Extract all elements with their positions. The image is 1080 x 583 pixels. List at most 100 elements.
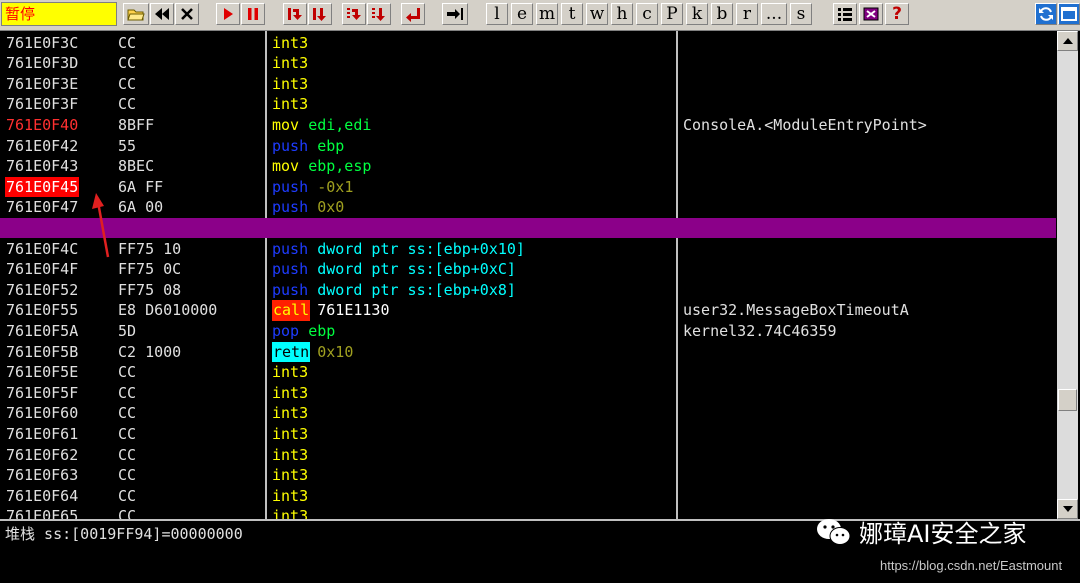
disasm-row[interactable]: 761E0F63 CC: [0, 465, 265, 486]
disasm-row[interactable]: pop ebp: [267, 321, 677, 342]
disasm-row[interactable]: int3: [267, 465, 677, 486]
address-hex-pane[interactable]: 761E0F3C CC 761E0F3D CC 761E0F3E CC 761E0F3F CC…: [0, 31, 265, 519]
disasm-row[interactable]: 761E0F5A 5D: [0, 321, 265, 342]
disasm-row[interactable]: int3: [267, 74, 677, 95]
disasm-row[interactable]: mov edi,edi: [267, 115, 677, 136]
breakpoints-button[interactable]: b: [711, 3, 733, 25]
handles-button[interactable]: h: [611, 3, 633, 25]
disasm-row[interactable]: [678, 383, 1056, 404]
disasm-row[interactable]: [678, 259, 1056, 280]
vertical-scrollbar[interactable]: [1057, 31, 1078, 519]
appearance-button[interactable]: [859, 3, 883, 25]
disasm-row[interactable]: user32.MessageBoxTimeoutA: [678, 300, 1056, 321]
disasm-row[interactable]: 761E0F47 6A 00: [0, 197, 265, 218]
disasm-row[interactable]: push dword ptr ss:[ebp+0x10]: [267, 239, 677, 260]
disasm-row[interactable]: [678, 156, 1056, 177]
disasm-row[interactable]: 761E0F62 CC: [0, 445, 265, 466]
disasm-row[interactable]: int3: [267, 362, 677, 383]
disasm-row[interactable]: 761E0F60 CC: [0, 403, 265, 424]
scroll-thumb[interactable]: [1058, 389, 1077, 411]
disasm-row[interactable]: ConsoleA.<ModuleEntryPoint>: [678, 115, 1056, 136]
disasm-row[interactable]: [678, 486, 1056, 507]
options-button[interactable]: [833, 3, 857, 25]
disasm-row[interactable]: int3: [267, 424, 677, 445]
execute-till-return-button[interactable]: [401, 3, 425, 25]
run-button[interactable]: [216, 3, 240, 25]
disasm-row[interactable]: mov ebp,esp: [267, 156, 677, 177]
disasm-row[interactable]: [678, 177, 1056, 198]
disasm-row[interactable]: push -0x1: [267, 177, 677, 198]
disassembly-pane[interactable]: int3 int3 int3 int3 mov edi,edi push ebp mov ebp,…: [267, 31, 677, 519]
open-file-button[interactable]: [123, 3, 149, 25]
disasm-row[interactable]: 761E0F3E CC: [0, 74, 265, 95]
disasm-row[interactable]: int3: [267, 506, 677, 519]
log-window-button[interactable]: l: [486, 3, 508, 25]
cpu-button[interactable]: c: [636, 3, 658, 25]
disasm-row[interactable]: 761E0F3C CC: [0, 33, 265, 54]
disasm-row[interactable]: [678, 239, 1056, 260]
disasm-row[interactable]: [678, 403, 1056, 424]
disasm-row[interactable]: 761E0F5B C2 1000: [0, 342, 265, 363]
disasm-row[interactable]: int3: [267, 383, 677, 404]
scroll-down-button[interactable]: [1057, 499, 1078, 519]
trace-into-button[interactable]: [342, 3, 366, 25]
disasm-row[interactable]: [678, 342, 1056, 363]
disasm-row[interactable]: 761E0F3F CC: [0, 94, 265, 115]
disasm-row[interactable]: int3: [267, 94, 677, 115]
disasm-row[interactable]: push dword ptr ss:[ebp+0xC]: [267, 259, 677, 280]
references-button[interactable]: r: [736, 3, 758, 25]
disasm-row[interactable]: 761E0F61 CC: [0, 424, 265, 445]
disasm-row[interactable]: 761E0F65 CC: [0, 506, 265, 519]
go-to-origin-button[interactable]: [442, 3, 468, 25]
disasm-row[interactable]: call 761E1130: [267, 300, 677, 321]
help-button[interactable]: ?: [885, 3, 909, 25]
disasm-row[interactable]: 761E0F4F FF75 0C: [0, 259, 265, 280]
disasm-row[interactable]: int3: [267, 33, 677, 54]
executable-modules-button[interactable]: e: [511, 3, 533, 25]
disasm-row[interactable]: kernel32.74C46359: [678, 321, 1056, 342]
disasm-row[interactable]: retn 0x10: [267, 341, 677, 363]
disasm-row[interactable]: [678, 362, 1056, 383]
layout-button[interactable]: [1058, 3, 1080, 25]
disasm-row[interactable]: int3: [267, 53, 677, 74]
disasm-row[interactable]: int3: [267, 486, 677, 507]
refresh-button[interactable]: [1035, 3, 1057, 25]
disasm-row[interactable]: 761E0F52 FF75 08: [0, 280, 265, 301]
source-button[interactable]: s: [790, 3, 812, 25]
windows-button[interactable]: w: [586, 3, 608, 25]
disasm-row[interactable]: [678, 136, 1056, 157]
disasm-row[interactable]: push dword ptr ss:[ebp+0x8]: [267, 280, 677, 301]
restart-button[interactable]: [150, 3, 174, 25]
disasm-row[interactable]: [678, 465, 1056, 486]
step-into-button[interactable]: [283, 3, 307, 25]
disasm-row[interactable]: push 0x0: [267, 197, 677, 218]
run-trace-button[interactable]: ...: [761, 3, 787, 25]
disasm-row[interactable]: 761E0F45 6A FF: [0, 176, 265, 198]
disasm-row[interactable]: [678, 280, 1056, 301]
step-over-button[interactable]: [308, 3, 332, 25]
disasm-row[interactable]: 761E0F40 8BFF: [0, 115, 265, 136]
disasm-row[interactable]: [678, 445, 1056, 466]
disasm-row[interactable]: 761E0F43 8BEC: [0, 156, 265, 177]
disasm-row[interactable]: 761E0F64 CC: [0, 486, 265, 507]
disasm-row[interactable]: int3: [267, 403, 677, 424]
disasm-row[interactable]: [678, 424, 1056, 445]
trace-over-button[interactable]: [367, 3, 391, 25]
close-button[interactable]: [175, 3, 199, 25]
disasm-row[interactable]: 761E0F5E CC: [0, 362, 265, 383]
call-stack-button[interactable]: k: [686, 3, 708, 25]
disasm-row[interactable]: push ebp: [267, 136, 677, 157]
patches-button[interactable]: P: [661, 3, 683, 25]
disasm-row[interactable]: [678, 33, 1056, 54]
disasm-row[interactable]: int3: [267, 445, 677, 466]
disasm-row[interactable]: 761E0F42 55: [0, 136, 265, 157]
pause-button[interactable]: [241, 3, 265, 25]
disasm-row[interactable]: [678, 197, 1056, 218]
disasm-row[interactable]: [678, 94, 1056, 115]
disasm-row[interactable]: [678, 74, 1056, 95]
scroll-up-button[interactable]: [1057, 31, 1078, 51]
threads-button[interactable]: t: [561, 3, 583, 25]
disasm-row[interactable]: [678, 53, 1056, 74]
disasm-row[interactable]: 761E0F55 E8 D6010000: [0, 300, 265, 321]
disasm-row[interactable]: 761E0F4C FF75 10: [0, 239, 265, 260]
